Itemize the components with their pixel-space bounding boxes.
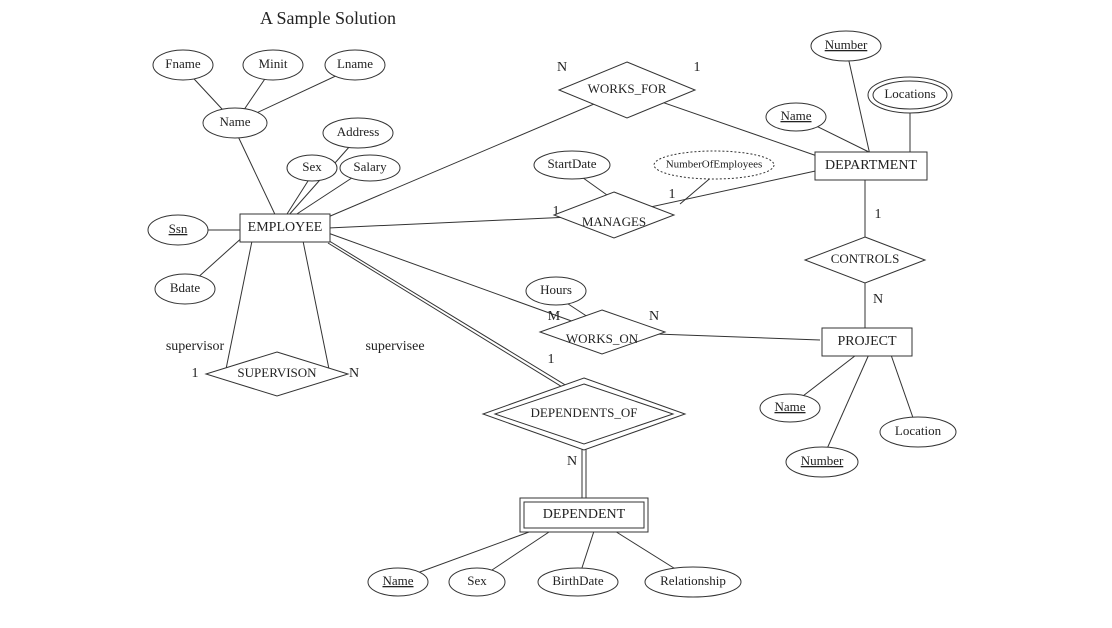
attr-startdate-label: StartDate: [547, 156, 596, 171]
card-wf-dept: 1: [694, 60, 701, 75]
card-wf-emp: N: [557, 60, 567, 75]
attr-proj-location-label: Location: [895, 423, 942, 438]
attr-hours-label: Hours: [540, 282, 572, 297]
card-dep-emp: 1: [548, 352, 555, 367]
attr-dep-sex-label: Sex: [467, 573, 487, 588]
attr-dept-name-label: Name: [780, 108, 811, 123]
card-sup-sup: 1: [192, 366, 199, 381]
rel-supervision-label: SUPERVISON: [237, 365, 317, 380]
rel-works-for-label: WORKS_FOR: [588, 81, 667, 96]
role-supervisee: supervisee: [365, 339, 424, 354]
entity-dependent-label: DEPENDENT: [543, 507, 626, 522]
attr-proj-name-label: Name: [774, 399, 805, 414]
attr-locations-label: Locations: [884, 86, 935, 101]
card-ctrl-dept: 1: [875, 207, 882, 222]
rel-controls-label: CONTROLS: [831, 251, 900, 266]
entity-project-label: PROJECT: [837, 334, 897, 349]
rel-dependents-of-label: DEPENDENTS_OF: [531, 405, 638, 420]
card-wo-proj: N: [649, 309, 659, 324]
card-sup-sub: N: [349, 366, 359, 381]
er-diagram: A Sample Solution N 1 1 1: [0, 0, 1112, 628]
attr-ssn-label: Ssn: [169, 221, 188, 236]
attr-dept-number-label: Number: [825, 37, 868, 52]
card-wo-emp: M: [548, 309, 561, 324]
attr-proj-number-label: Number: [801, 453, 844, 468]
attr-fname-label: Fname: [165, 56, 201, 71]
role-supervisor: supervisor: [166, 339, 225, 354]
attr-address-label: Address: [337, 124, 380, 139]
attr-num-emp-label: NumberOfEmployees: [666, 159, 763, 171]
diagram-title: A Sample Solution: [260, 8, 396, 28]
attr-salary-label: Salary: [353, 159, 387, 174]
rel-manages-label: MANAGES: [582, 214, 646, 229]
card-mg-dept: 1: [669, 187, 676, 202]
attr-bdate-label: Bdate: [170, 280, 201, 295]
card-dep-dep: N: [567, 454, 577, 469]
attr-sex-label: Sex: [302, 159, 322, 174]
entity-employee-label: EMPLOYEE: [248, 220, 323, 235]
attr-minit-label: Minit: [259, 56, 288, 71]
attr-dep-birthdate-label: BirthDate: [552, 573, 603, 588]
rel-works-on-label: WORKS_ON: [566, 331, 639, 346]
attr-name-label: Name: [219, 114, 250, 129]
attr-dep-relationship-label: Relationship: [660, 573, 726, 588]
card-ctrl-proj: N: [873, 292, 883, 307]
entity-department-label: DEPARTMENT: [825, 158, 917, 173]
attr-lname-label: Lname: [337, 56, 373, 71]
attr-dep-name-label: Name: [382, 573, 413, 588]
